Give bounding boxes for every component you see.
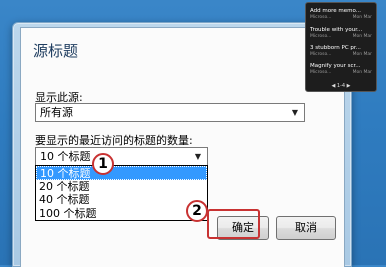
dialog-window-frame: 源标题 显示此源: 所有源 ▼ 要显示的最近访问的标题的数量: 10 个标题 ▼… — [12, 22, 352, 267]
headline-count-label: 要显示的最近访问的标题的数量: — [35, 134, 193, 147]
gadget-page-indicator: 1-4 — [336, 83, 346, 89]
gadget-nav: ◀ 1-4 ▶ — [316, 82, 366, 90]
dropdown-option-20[interactable]: 20 个标题 — [36, 180, 207, 194]
source-select[interactable]: 所有源 ▼ — [35, 103, 305, 122]
headline-count-select[interactable]: 10 个标题 ▼ — [35, 147, 208, 166]
next-arrow-icon[interactable]: ▶ — [347, 83, 351, 89]
feed-headlines-gadget: Add more memo... Microso... Mon Mar Troub… — [305, 2, 377, 92]
callout-2: 2 — [186, 200, 208, 222]
dropdown-option-10[interactable]: 10 个标题 — [36, 166, 207, 180]
cancel-button[interactable]: 取消 — [276, 216, 336, 240]
headline-count-value: 10 个标题 — [40, 150, 91, 163]
prev-arrow-icon[interactable]: ◀ — [331, 83, 335, 89]
callout-1: 1 — [92, 153, 114, 175]
dialog-title: 源标题 — [33, 42, 79, 60]
gadget-headline[interactable]: 3 stubborn PC pr... Microso... Mon Mar — [310, 45, 372, 58]
chevron-down-icon[interactable]: ▼ — [289, 104, 301, 121]
feed-headlines-dialog: 源标题 显示此源: 所有源 ▼ 要显示的最近访问的标题的数量: 10 个标题 ▼… — [20, 27, 345, 267]
gadget-headline[interactable]: Magnify your scr... Microso... Mon Mar — [310, 63, 372, 76]
gadget-headline[interactable]: Add more memo... Microso... Mon Mar — [310, 8, 372, 21]
chevron-down-icon[interactable]: ▼ — [192, 148, 204, 165]
headline-count-dropdown-list: 10 个标题 20 个标题 40 个标题 100 个标题 — [35, 165, 208, 221]
gadget-headline[interactable]: Trouble with your... Microso... Mon Mar — [310, 27, 372, 40]
dropdown-option-40[interactable]: 40 个标题 — [36, 193, 207, 207]
source-select-value: 所有源 — [40, 106, 73, 119]
ok-button-highlight — [207, 209, 260, 239]
dropdown-option-100[interactable]: 100 个标题 — [36, 207, 207, 221]
